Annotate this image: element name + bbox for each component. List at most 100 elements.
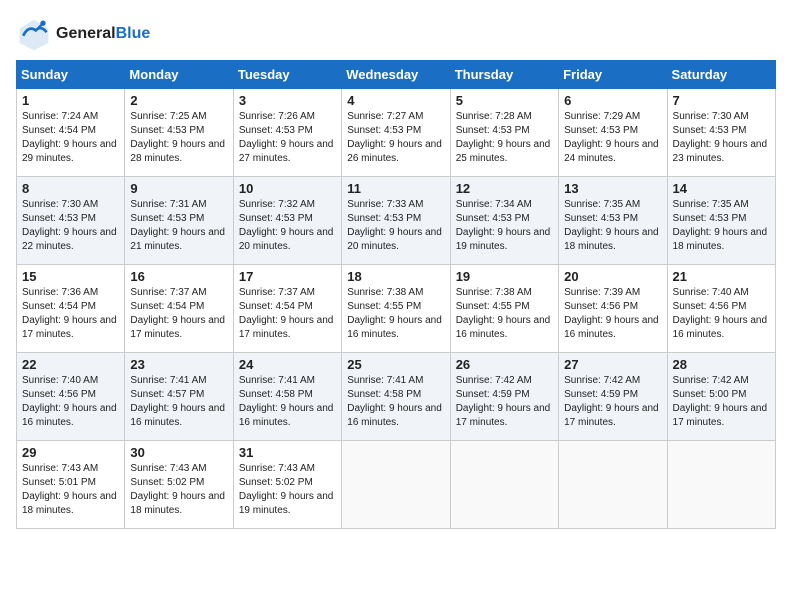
day-number: 27 — [564, 357, 661, 372]
calendar-cell: 10 Sunrise: 7:32 AMSunset: 4:53 PMDaylig… — [233, 177, 341, 265]
logo-icon — [16, 16, 52, 52]
weekday-header-sunday: Sunday — [17, 61, 125, 89]
calendar-cell: 13 Sunrise: 7:35 AMSunset: 4:53 PMDaylig… — [559, 177, 667, 265]
day-number: 13 — [564, 181, 661, 196]
day-info: Sunrise: 7:30 AMSunset: 4:53 PMDaylight:… — [22, 199, 117, 252]
day-number: 31 — [239, 445, 336, 460]
day-info: Sunrise: 7:29 AMSunset: 4:53 PMDaylight:… — [564, 111, 659, 164]
day-number: 28 — [673, 357, 770, 372]
day-number: 30 — [130, 445, 227, 460]
day-number: 7 — [673, 93, 770, 108]
calendar-cell: 1 Sunrise: 7:24 AMSunset: 4:54 PMDayligh… — [17, 89, 125, 177]
day-info: Sunrise: 7:25 AMSunset: 4:53 PMDaylight:… — [130, 111, 225, 164]
week-row-2: 8 Sunrise: 7:30 AMSunset: 4:53 PMDayligh… — [17, 177, 776, 265]
day-info: Sunrise: 7:33 AMSunset: 4:53 PMDaylight:… — [347, 199, 442, 252]
calendar-cell: 16 Sunrise: 7:37 AMSunset: 4:54 PMDaylig… — [125, 265, 233, 353]
day-number: 21 — [673, 269, 770, 284]
day-info: Sunrise: 7:42 AMSunset: 4:59 PMDaylight:… — [456, 375, 551, 428]
week-row-5: 29 Sunrise: 7:43 AMSunset: 5:01 PMDaylig… — [17, 441, 776, 529]
calendar-cell: 6 Sunrise: 7:29 AMSunset: 4:53 PMDayligh… — [559, 89, 667, 177]
calendar-cell: 12 Sunrise: 7:34 AMSunset: 4:53 PMDaylig… — [450, 177, 558, 265]
calendar-cell: 25 Sunrise: 7:41 AMSunset: 4:58 PMDaylig… — [342, 353, 450, 441]
day-info: Sunrise: 7:35 AMSunset: 4:53 PMDaylight:… — [564, 199, 659, 252]
weekday-header-tuesday: Tuesday — [233, 61, 341, 89]
logo-text: GeneralBlue — [56, 25, 150, 43]
day-info: Sunrise: 7:27 AMSunset: 4:53 PMDaylight:… — [347, 111, 442, 164]
day-info: Sunrise: 7:30 AMSunset: 4:53 PMDaylight:… — [673, 111, 768, 164]
day-number: 14 — [673, 181, 770, 196]
week-row-1: 1 Sunrise: 7:24 AMSunset: 4:54 PMDayligh… — [17, 89, 776, 177]
day-info: Sunrise: 7:28 AMSunset: 4:53 PMDaylight:… — [456, 111, 551, 164]
day-number: 12 — [456, 181, 553, 196]
calendar-table: SundayMondayTuesdayWednesdayThursdayFrid… — [16, 60, 776, 529]
calendar-cell: 24 Sunrise: 7:41 AMSunset: 4:58 PMDaylig… — [233, 353, 341, 441]
day-info: Sunrise: 7:43 AMSunset: 5:02 PMDaylight:… — [130, 463, 225, 516]
day-info: Sunrise: 7:24 AMSunset: 4:54 PMDaylight:… — [22, 111, 117, 164]
day-number: 23 — [130, 357, 227, 372]
weekday-header-thursday: Thursday — [450, 61, 558, 89]
page-header: GeneralBlue — [16, 16, 776, 52]
calendar-cell — [667, 441, 775, 529]
day-number: 19 — [456, 269, 553, 284]
day-info: Sunrise: 7:31 AMSunset: 4:53 PMDaylight:… — [130, 199, 225, 252]
day-number: 22 — [22, 357, 119, 372]
calendar-cell: 22 Sunrise: 7:40 AMSunset: 4:56 PMDaylig… — [17, 353, 125, 441]
calendar-cell: 23 Sunrise: 7:41 AMSunset: 4:57 PMDaylig… — [125, 353, 233, 441]
day-info: Sunrise: 7:42 AMSunset: 4:59 PMDaylight:… — [564, 375, 659, 428]
day-info: Sunrise: 7:37 AMSunset: 4:54 PMDaylight:… — [239, 287, 334, 340]
day-number: 18 — [347, 269, 444, 284]
calendar-cell: 7 Sunrise: 7:30 AMSunset: 4:53 PMDayligh… — [667, 89, 775, 177]
day-info: Sunrise: 7:40 AMSunset: 4:56 PMDaylight:… — [22, 375, 117, 428]
weekday-header-friday: Friday — [559, 61, 667, 89]
calendar-cell: 15 Sunrise: 7:36 AMSunset: 4:54 PMDaylig… — [17, 265, 125, 353]
calendar-cell — [450, 441, 558, 529]
calendar-cell: 19 Sunrise: 7:38 AMSunset: 4:55 PMDaylig… — [450, 265, 558, 353]
calendar-cell: 14 Sunrise: 7:35 AMSunset: 4:53 PMDaylig… — [667, 177, 775, 265]
day-number: 25 — [347, 357, 444, 372]
day-info: Sunrise: 7:36 AMSunset: 4:54 PMDaylight:… — [22, 287, 117, 340]
day-number: 8 — [22, 181, 119, 196]
day-number: 3 — [239, 93, 336, 108]
calendar-cell: 29 Sunrise: 7:43 AMSunset: 5:01 PMDaylig… — [17, 441, 125, 529]
calendar-cell: 8 Sunrise: 7:30 AMSunset: 4:53 PMDayligh… — [17, 177, 125, 265]
day-info: Sunrise: 7:43 AMSunset: 5:01 PMDaylight:… — [22, 463, 117, 516]
calendar-cell: 5 Sunrise: 7:28 AMSunset: 4:53 PMDayligh… — [450, 89, 558, 177]
week-row-3: 15 Sunrise: 7:36 AMSunset: 4:54 PMDaylig… — [17, 265, 776, 353]
day-number: 2 — [130, 93, 227, 108]
weekday-header-wednesday: Wednesday — [342, 61, 450, 89]
calendar-cell: 30 Sunrise: 7:43 AMSunset: 5:02 PMDaylig… — [125, 441, 233, 529]
calendar-cell: 18 Sunrise: 7:38 AMSunset: 4:55 PMDaylig… — [342, 265, 450, 353]
weekday-header-saturday: Saturday — [667, 61, 775, 89]
calendar-cell: 21 Sunrise: 7:40 AMSunset: 4:56 PMDaylig… — [667, 265, 775, 353]
calendar-cell: 28 Sunrise: 7:42 AMSunset: 5:00 PMDaylig… — [667, 353, 775, 441]
calendar-cell: 20 Sunrise: 7:39 AMSunset: 4:56 PMDaylig… — [559, 265, 667, 353]
day-info: Sunrise: 7:37 AMSunset: 4:54 PMDaylight:… — [130, 287, 225, 340]
logo: GeneralBlue — [16, 16, 150, 52]
day-info: Sunrise: 7:42 AMSunset: 5:00 PMDaylight:… — [673, 375, 768, 428]
calendar-cell: 26 Sunrise: 7:42 AMSunset: 4:59 PMDaylig… — [450, 353, 558, 441]
calendar-cell — [342, 441, 450, 529]
day-info: Sunrise: 7:34 AMSunset: 4:53 PMDaylight:… — [456, 199, 551, 252]
day-number: 6 — [564, 93, 661, 108]
weekday-header-monday: Monday — [125, 61, 233, 89]
day-info: Sunrise: 7:35 AMSunset: 4:53 PMDaylight:… — [673, 199, 768, 252]
calendar-cell: 31 Sunrise: 7:43 AMSunset: 5:02 PMDaylig… — [233, 441, 341, 529]
week-row-4: 22 Sunrise: 7:40 AMSunset: 4:56 PMDaylig… — [17, 353, 776, 441]
day-number: 5 — [456, 93, 553, 108]
day-info: Sunrise: 7:39 AMSunset: 4:56 PMDaylight:… — [564, 287, 659, 340]
day-number: 4 — [347, 93, 444, 108]
calendar-cell: 4 Sunrise: 7:27 AMSunset: 4:53 PMDayligh… — [342, 89, 450, 177]
day-number: 29 — [22, 445, 119, 460]
day-info: Sunrise: 7:38 AMSunset: 4:55 PMDaylight:… — [347, 287, 442, 340]
day-number: 24 — [239, 357, 336, 372]
calendar-cell: 9 Sunrise: 7:31 AMSunset: 4:53 PMDayligh… — [125, 177, 233, 265]
day-info: Sunrise: 7:41 AMSunset: 4:57 PMDaylight:… — [130, 375, 225, 428]
day-info: Sunrise: 7:38 AMSunset: 4:55 PMDaylight:… — [456, 287, 551, 340]
day-number: 15 — [22, 269, 119, 284]
day-info: Sunrise: 7:40 AMSunset: 4:56 PMDaylight:… — [673, 287, 768, 340]
day-number: 10 — [239, 181, 336, 196]
day-number: 9 — [130, 181, 227, 196]
calendar-cell: 2 Sunrise: 7:25 AMSunset: 4:53 PMDayligh… — [125, 89, 233, 177]
day-number: 26 — [456, 357, 553, 372]
day-info: Sunrise: 7:43 AMSunset: 5:02 PMDaylight:… — [239, 463, 334, 516]
